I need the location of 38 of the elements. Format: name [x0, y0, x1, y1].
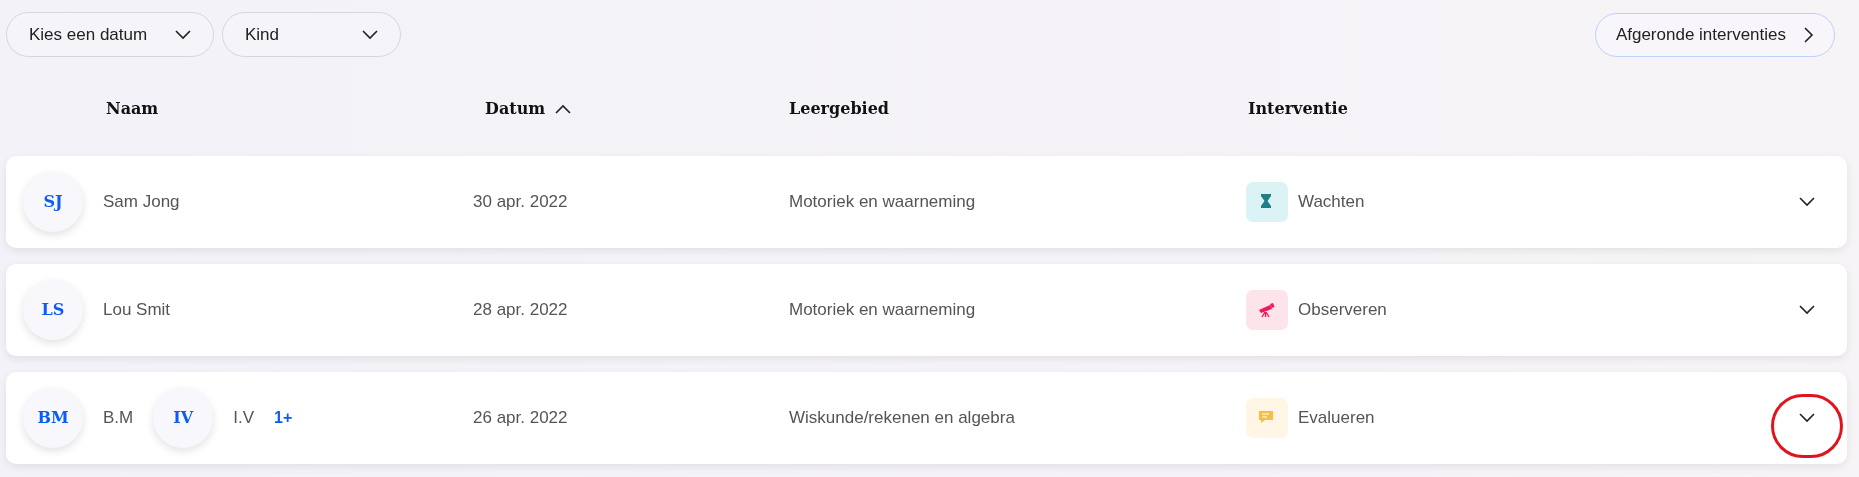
filter-dropdown[interactable]: Kies een datum	[6, 12, 214, 57]
telescope-icon	[1246, 290, 1288, 330]
date-text: 28 apr. 2022	[473, 300, 568, 320]
avatar: BM	[23, 388, 83, 448]
intervention-label: Wachten	[1298, 191, 1365, 214]
filter-dropdown[interactable]: Kind	[222, 12, 401, 57]
hourglass-icon	[1246, 182, 1288, 222]
student-name: Lou Smit	[103, 299, 171, 322]
learning-area-text: Motoriek en waarneming	[789, 192, 976, 212]
date-text: 26 apr. 2022	[473, 408, 568, 428]
column-header[interactable]: Interventie	[1248, 96, 1348, 121]
intervention-row[interactable]: LS Lou Smit 28 apr. 2022 Motoriek en waarneming Observeren	[6, 264, 1847, 356]
sort-up-icon[interactable]	[555, 103, 572, 114]
avatar: LS	[23, 280, 83, 340]
chevron-down-icon	[175, 29, 191, 40]
chevron-down-icon	[362, 29, 378, 40]
avatar: SJ	[23, 172, 83, 232]
chevron-down-icon	[1799, 413, 1815, 423]
learning-area-text: Wiskunde/rekenen en algebra	[789, 408, 1015, 428]
intervention-row[interactable]: SJ Sam Jong 30 apr. 2022 Motoriek en waarneming Wachten	[6, 156, 1847, 248]
avatar: IV	[153, 388, 214, 448]
intervention-label: Evalueren	[1298, 407, 1375, 430]
more-count[interactable]: 1+	[274, 406, 293, 430]
chat-icon	[1246, 398, 1288, 438]
column-header[interactable]: Datum	[485, 96, 546, 121]
student-name: I.V	[233, 407, 255, 430]
column-header[interactable]: Leergebied	[789, 96, 890, 121]
column-header[interactable]: Naam	[106, 96, 159, 121]
student-name: Sam Jong	[103, 191, 180, 214]
intervention-row[interactable]: BM B.M IV I.V 1+ 26 apr. 2022 Wiskunde/rekenen en algebra Evalueren	[6, 372, 1847, 464]
chevron-down-icon	[1799, 197, 1815, 207]
student-name: B.M	[103, 407, 134, 430]
learning-area-text: Motoriek en waarneming	[789, 300, 976, 320]
date-text: 30 apr. 2022	[473, 192, 568, 212]
completed-interventions-button[interactable]: Afgeronde interventies	[1594, 12, 1835, 57]
chevron-down-icon	[1799, 305, 1815, 315]
intervention-label: Observeren	[1298, 299, 1387, 322]
chevron-right-icon	[1804, 26, 1814, 43]
